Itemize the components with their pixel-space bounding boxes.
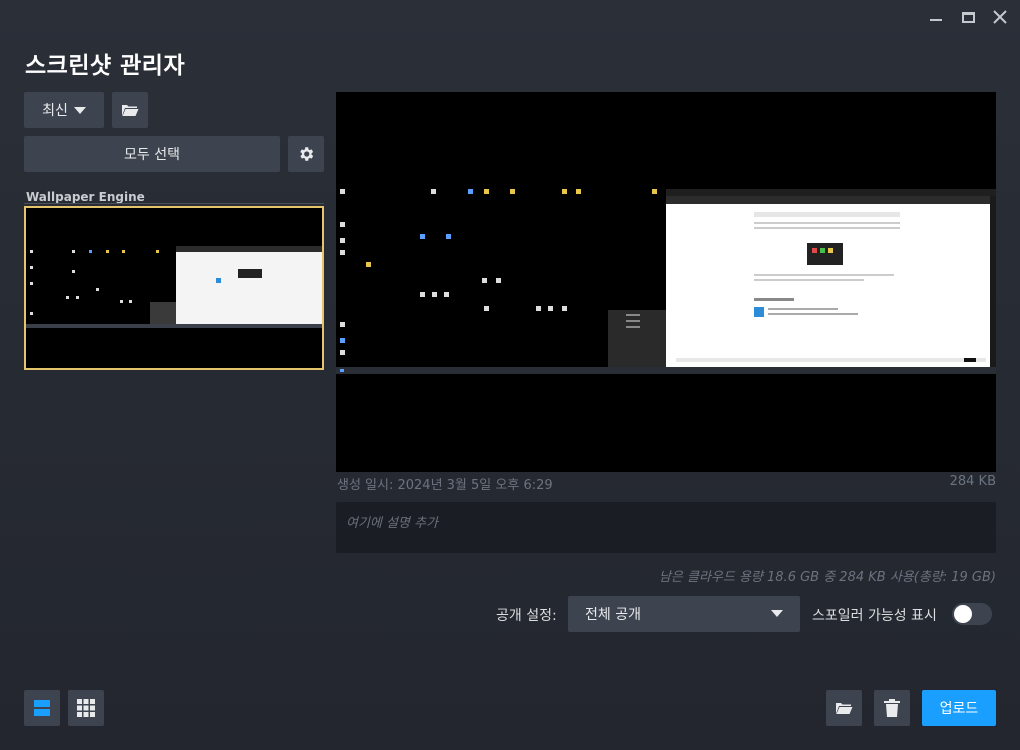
delete-button[interactable] [874, 690, 910, 726]
open-folder-button[interactable] [112, 92, 148, 128]
visibility-label: 공개 설정: [496, 608, 557, 624]
preview-image [336, 92, 996, 472]
visibility-dropdown[interactable]: 전체 공개 [568, 596, 800, 632]
close-icon [993, 10, 1007, 24]
created-date: 생성 일시: 2024년 3월 5일 오후 6:29 [337, 478, 553, 493]
page-title: 스크린샷 관리자 [25, 53, 186, 79]
select-all-button[interactable]: 모두 선택 [24, 136, 280, 172]
list-view-icon [34, 700, 50, 716]
screenshot-manager-window: 스크린샷 관리자 최신 모두 선택 Wallpaper Engine 생성 일시… [0, 0, 1020, 750]
window-controls [922, 6, 1014, 28]
maximize-button[interactable] [954, 6, 982, 28]
minimize-icon [930, 19, 942, 21]
screenshot-preview [336, 92, 996, 472]
sort-label: 최신 [42, 103, 68, 119]
gear-icon [300, 147, 314, 161]
settings-button[interactable] [288, 136, 324, 172]
visibility-selected: 전체 공개 [585, 607, 641, 623]
upload-button[interactable]: 업로드 [922, 690, 996, 726]
folder-icon [122, 105, 139, 116]
file-size: 284 KB [949, 474, 996, 489]
trash-icon [884, 699, 900, 717]
screenshot-thumbnail[interactable] [24, 206, 324, 370]
chevron-down-icon [771, 610, 783, 617]
cloud-quota: 남은 클라우드 용량 18.6 GB 중 284 KB 사용(총량: 19 GB… [658, 570, 996, 585]
grid-view-button[interactable] [68, 690, 104, 726]
list-view-button[interactable] [24, 690, 60, 726]
spoiler-toggle[interactable] [952, 603, 992, 625]
group-divider [24, 203, 324, 204]
description-input[interactable] [336, 502, 996, 553]
folder-icon [836, 703, 853, 714]
grid-view-icon [77, 699, 95, 717]
close-button[interactable] [986, 6, 1014, 28]
maximize-icon [961, 11, 975, 23]
thumbnail-image [26, 208, 322, 368]
show-on-disk-button[interactable] [826, 690, 862, 726]
spoiler-label: 스포일러 가능성 표시 [812, 608, 937, 624]
toggle-knob [954, 605, 972, 623]
group-label: Wallpaper Engine [26, 190, 145, 204]
minimize-button[interactable] [922, 6, 950, 28]
chevron-down-icon [73, 106, 86, 114]
sort-dropdown[interactable]: 최신 [24, 92, 104, 128]
